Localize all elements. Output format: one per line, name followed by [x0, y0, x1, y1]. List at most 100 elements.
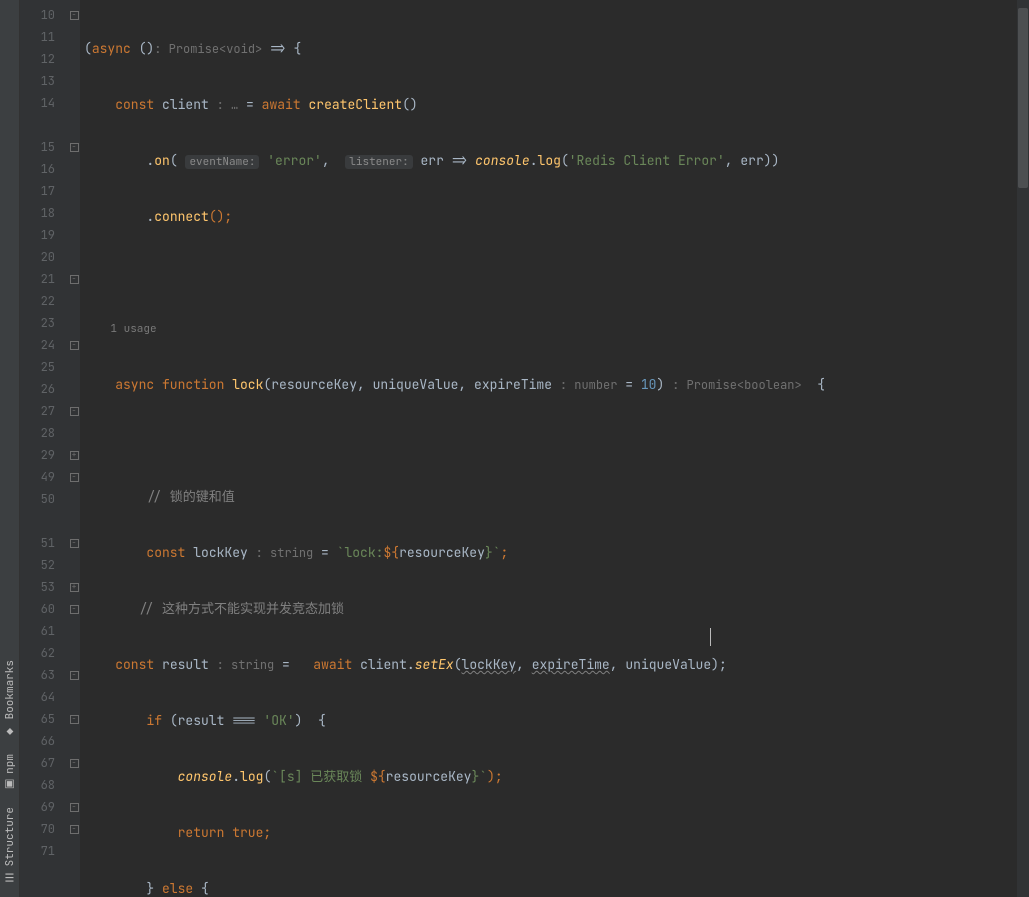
tool-window-bar: ◆ Bookmarks ▣ npm ☰ Structure: [0, 0, 20, 897]
code-text: await: [262, 96, 301, 113]
code-text: , uniqueValue);: [610, 656, 727, 673]
line-number: 15: [20, 136, 67, 158]
line-number: 68: [20, 774, 67, 796]
fold-toggle[interactable]: −: [70, 143, 79, 152]
tool-tab-label: Bookmarks: [3, 660, 17, 719]
code-area[interactable]: (async (): Promise<void> => { const clie…: [80, 0, 1017, 897]
code-text: client.: [352, 656, 414, 673]
tool-tab-label: npm: [3, 754, 17, 774]
line-number: [20, 114, 67, 136]
tool-tab-npm[interactable]: ▣ npm: [1, 746, 19, 799]
fold-toggle[interactable]: −: [70, 341, 79, 350]
tool-tab-bookmarks[interactable]: ◆ Bookmarks: [1, 652, 19, 745]
fold-toggle[interactable]: +: [70, 583, 79, 592]
tool-tab-structure[interactable]: ☰ Structure: [1, 799, 19, 891]
inlay-hint: listener:: [345, 155, 412, 169]
line-number-gutter[interactable]: 10 11 12 13 14 15 16 17 18 19 20 21 22 2…: [20, 0, 68, 897]
type-hint: : number: [560, 377, 618, 393]
code-text: =: [617, 376, 640, 393]
bookmark-icon: ◆: [3, 724, 17, 738]
line-number: 28: [20, 422, 67, 444]
code-text: ): [656, 376, 664, 393]
code-text: resourceKey: [399, 544, 485, 561]
code-text: lockKey: [462, 656, 517, 673]
code-text: =: [274, 656, 313, 673]
code-text: ();: [209, 208, 232, 225]
line-number: 62: [20, 642, 67, 664]
npm-icon: ▣: [3, 778, 17, 791]
code-editor: ◆ Bookmarks ▣ npm ☰ Structure 10 11 12 1…: [0, 0, 1029, 897]
code-text: on: [154, 152, 170, 169]
code-text: ) {: [295, 712, 326, 729]
fold-toggle[interactable]: −: [70, 605, 79, 614]
fold-toggle[interactable]: −: [70, 803, 79, 812]
code-text: // 锁的键和值: [146, 488, 234, 505]
fold-toggle[interactable]: −: [70, 759, 79, 768]
code-text: (result ===: [162, 712, 263, 729]
code-text: log: [538, 152, 561, 169]
text-caret: [710, 628, 711, 646]
code-text: lock: [224, 376, 263, 393]
fold-toggle[interactable]: −: [70, 473, 79, 482]
line-number: 63: [20, 664, 67, 686]
line-number: 16: [20, 158, 67, 180]
code-text: ;: [501, 544, 509, 561]
line-number: 29: [20, 444, 67, 466]
line-number: 21: [20, 268, 67, 290]
code-text: console: [178, 768, 233, 785]
code-text: await: [313, 656, 352, 673]
code-text: =: [313, 544, 336, 561]
line-number: 23: [20, 312, 67, 334]
fold-toggle[interactable]: −: [70, 715, 79, 724]
line-number: 64: [20, 686, 67, 708]
line-number: 27: [20, 400, 67, 422]
fold-toggle[interactable]: −: [70, 11, 79, 20]
fold-toggle[interactable]: −: [70, 539, 79, 548]
code-text: }`: [471, 768, 487, 785]
type-hint: : …: [217, 97, 239, 113]
line-number: 12: [20, 48, 67, 70]
code-text: (: [454, 656, 462, 673]
code-text: 10: [641, 376, 657, 393]
code-text: 'Redis Client Error': [569, 152, 725, 169]
line-number: 20: [20, 246, 67, 268]
line-number: 19: [20, 224, 67, 246]
tool-tab-label: Structure: [3, 807, 17, 866]
code-text: ,: [516, 656, 532, 673]
fold-toggle[interactable]: +: [70, 451, 79, 460]
vertical-scrollbar[interactable]: [1017, 0, 1029, 897]
code-text: }`: [485, 544, 501, 561]
code-text: const: [115, 96, 154, 113]
line-number: 51: [20, 532, 67, 554]
code-text: createClient: [301, 96, 402, 113]
fold-toggle[interactable]: −: [70, 825, 79, 834]
code-text: expireTime: [532, 656, 610, 673]
inlay-hint: eventName:: [185, 155, 259, 169]
code-text: async function: [115, 376, 224, 393]
fold-toggle[interactable]: −: [70, 407, 79, 416]
fold-toggle[interactable]: −: [70, 275, 79, 284]
code-text: 'error': [267, 152, 322, 169]
code-text: connect: [154, 208, 209, 225]
line-number: 25: [20, 356, 67, 378]
code-text: if: [146, 712, 162, 729]
line-number: 10: [20, 4, 67, 26]
code-text: else: [162, 880, 193, 897]
line-number: 60: [20, 598, 67, 620]
line-number: 22: [20, 290, 67, 312]
code-text: {: [802, 376, 825, 393]
code-text: const: [146, 544, 185, 561]
usage-hint[interactable]: 1 usage: [110, 322, 156, 336]
code-text: setEx: [415, 656, 454, 673]
code-text: // 这种方式不能实现并发竞态加锁: [139, 600, 344, 617]
code-text: async: [92, 40, 131, 57]
code-text: => {: [262, 40, 301, 57]
code-text: (): [402, 96, 418, 113]
code-text: return true: [178, 824, 264, 841]
line-number: 69: [20, 796, 67, 818]
scroll-thumb[interactable]: [1018, 8, 1028, 188]
fold-toggle[interactable]: −: [70, 671, 79, 680]
line-number: 18: [20, 202, 67, 224]
code-text: lockKey: [185, 544, 247, 561]
code-text: const: [115, 656, 154, 673]
